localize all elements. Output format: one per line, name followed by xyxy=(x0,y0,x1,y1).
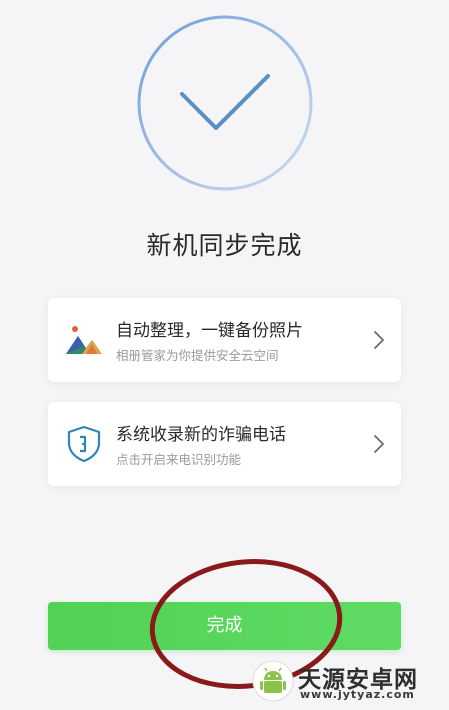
done-button[interactable]: 完成 xyxy=(48,602,401,650)
photo-card-title: 自动整理，一键备份照片 xyxy=(116,321,303,341)
watermark: 天源安卓网 www.jytyaz.com xyxy=(252,658,442,706)
chevron-right-icon xyxy=(374,435,384,453)
scam-call-card[interactable]: 系统收录新的诈骗电话 点击开启来电识别功能 xyxy=(48,402,401,486)
shield-phone-icon xyxy=(67,425,101,463)
watermark-url: www.jytyaz.com xyxy=(300,688,415,701)
success-check-icon xyxy=(137,15,313,191)
photo-mountain-icon xyxy=(66,326,102,354)
scam-card-subtitle: 点击开启来电识别功能 xyxy=(116,452,242,467)
android-logo-icon xyxy=(252,660,294,702)
photo-card-subtitle: 相册管家为你提供安全云空间 xyxy=(116,348,279,363)
photo-backup-card[interactable]: 自动整理，一键备份照片 相册管家为你提供安全云空间 xyxy=(48,298,401,382)
page-title: 新机同步完成 xyxy=(146,231,303,260)
scam-card-title: 系统收录新的诈骗电话 xyxy=(116,425,286,445)
chevron-right-icon xyxy=(374,331,384,349)
